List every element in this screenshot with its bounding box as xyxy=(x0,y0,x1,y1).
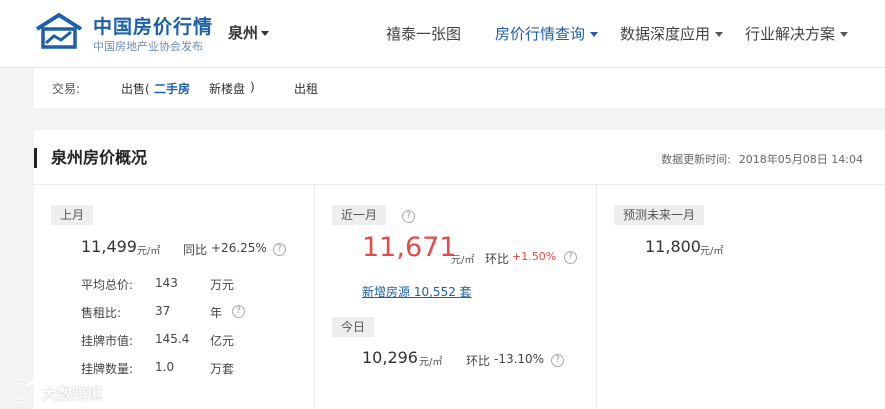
update-value: 2018年05月08日 14:04 xyxy=(738,153,863,166)
nav-item-data-application[interactable]: 数据深度应用 xyxy=(620,23,724,44)
caret-down-icon xyxy=(715,32,724,37)
divider xyxy=(34,184,885,185)
divider xyxy=(314,185,315,409)
top-header: 中国房价行情 中国房地产业协会发布 泉州 禧泰一张图 房价行情查询 数据深度应用… xyxy=(0,0,885,68)
brand-subtitle: 中国房地产业协会发布 xyxy=(93,40,203,53)
market-value-value: 145.4 xyxy=(155,332,190,346)
listing-count-label: 挂牌数量: xyxy=(81,362,134,376)
caret-down-icon xyxy=(590,32,599,37)
house-logo-icon[interactable] xyxy=(34,13,84,49)
market-value-unit: 亿元 xyxy=(210,334,235,348)
avg-total-label: 平均总价: xyxy=(81,278,134,292)
help-icon[interactable]: ? xyxy=(232,305,245,318)
nav-label: 数据深度应用 xyxy=(620,25,711,43)
filter-close-paren: ) xyxy=(250,80,255,94)
new-listings-value: 10,552 xyxy=(413,285,456,299)
brand-title[interactable]: 中国房价行情 xyxy=(93,12,213,39)
new-listings-unit: 套 xyxy=(459,285,472,299)
price-unit: 元/㎡ xyxy=(451,255,475,266)
new-listings-label: 新增房源 xyxy=(362,285,411,299)
nav-item-industry-solutions[interactable]: 行业解决方案 xyxy=(745,23,849,44)
transaction-filter-bar: 交易: 出售( 二手房 新楼盘 ) 出租 xyxy=(34,68,885,108)
nav-label: 房价行情查询 xyxy=(495,25,586,43)
caret-down-icon xyxy=(261,31,270,36)
listing-count-value: 1.0 xyxy=(155,360,175,374)
filter-sale[interactable]: 出售( xyxy=(121,80,150,97)
divider xyxy=(596,185,597,409)
nav-item-map[interactable]: 禧泰一张图 xyxy=(386,23,461,44)
mom-value: +1.50% xyxy=(512,250,557,263)
watermark: 大数跨境 xyxy=(6,378,126,406)
nav-item-price-query[interactable]: 房价行情查询 xyxy=(495,23,599,44)
rent-ratio-value: 37 xyxy=(155,304,171,318)
price-unit: 元/㎡ xyxy=(419,357,443,368)
forecast-tag: 预测未来一月 xyxy=(614,205,705,225)
last-month-price: 11,499 xyxy=(81,237,137,256)
nav-label: 行业解决方案 xyxy=(745,25,836,43)
new-listings-link[interactable]: 新增房源 10,552 套 xyxy=(362,283,472,300)
update-time: 数据更新时间: 2018年05月08日 14:04 xyxy=(661,151,863,167)
filter-second-hand[interactable]: 二手房 xyxy=(154,80,190,97)
yoy-label: 同比 xyxy=(183,243,208,257)
listing-count-unit: 万套 xyxy=(210,362,235,376)
today-price: 10,296 xyxy=(362,348,418,367)
today-mom-value: -13.10% xyxy=(494,352,545,366)
filter-new-house[interactable]: 新楼盘 xyxy=(209,80,245,97)
help-icon[interactable]: ? xyxy=(273,243,286,256)
avg-total-value: 143 xyxy=(155,276,178,290)
help-icon[interactable]: ? xyxy=(564,251,577,264)
today-tag: 今日 xyxy=(332,317,375,337)
help-icon[interactable]: ? xyxy=(402,210,415,223)
forecast-price: 11,800 xyxy=(645,237,701,256)
yoy-value: +26.25% xyxy=(211,241,267,255)
price-overview-panel: 泉州房价概况 数据更新时间: 2018年05月08日 14:04 上月 11,49… xyxy=(34,130,885,409)
today-mom-label: 环比 xyxy=(466,354,491,368)
market-value-label: 挂牌市值: xyxy=(81,334,134,348)
price-unit: 元/㎡ xyxy=(700,246,724,257)
watermark-text: 大数跨境 xyxy=(42,385,103,403)
watermark-logo-icon xyxy=(7,379,35,403)
help-icon[interactable]: ? xyxy=(551,354,564,367)
recent-month-tag: 近一月 xyxy=(332,205,387,225)
last-month-tag: 上月 xyxy=(51,205,94,225)
city-selector[interactable]: 泉州 xyxy=(228,22,270,43)
update-label: 数据更新时间: xyxy=(661,153,731,166)
city-name: 泉州 xyxy=(228,24,259,42)
mom-label: 环比 xyxy=(485,252,510,266)
rent-ratio-label: 售租比: xyxy=(81,306,122,320)
price-unit: 元/㎡ xyxy=(137,246,161,257)
caret-down-icon xyxy=(840,32,849,37)
filter-rent[interactable]: 出租 xyxy=(294,80,318,97)
recent-month-price: 11,671 xyxy=(362,232,457,263)
rent-ratio-unit: 年 xyxy=(210,306,223,320)
avg-total-unit: 万元 xyxy=(210,278,235,292)
panel-title: 泉州房价概况 xyxy=(34,148,147,168)
filter-label: 交易: xyxy=(52,82,81,96)
nav-label: 禧泰一张图 xyxy=(386,25,462,43)
